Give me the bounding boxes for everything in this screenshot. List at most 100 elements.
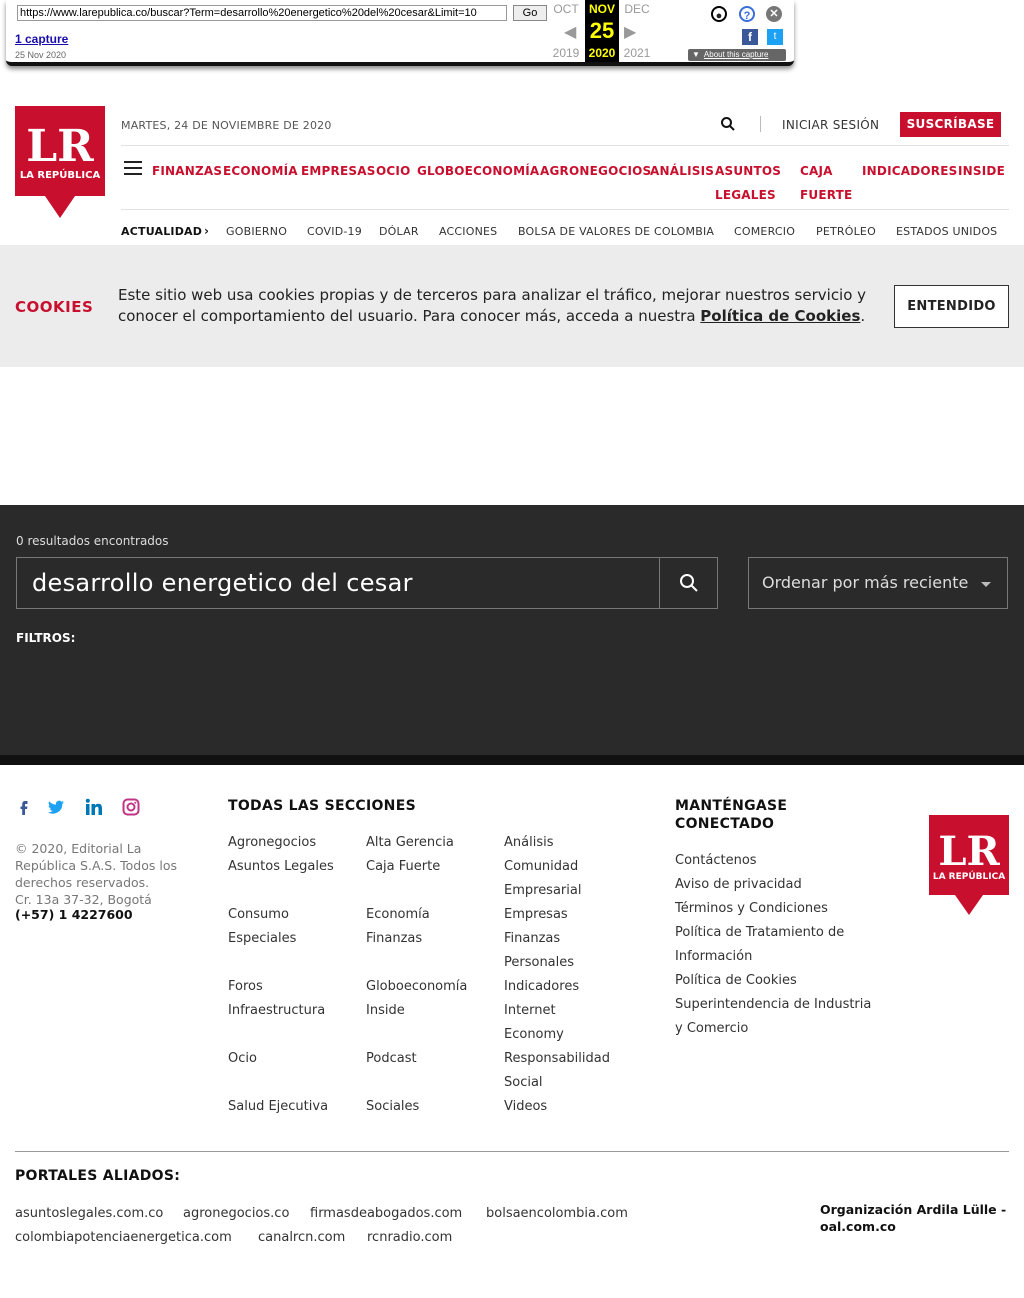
- footer-link[interactable]: Videos: [504, 1095, 547, 1119]
- footer-link[interactable]: Superintendencia de Industria: [675, 993, 871, 1017]
- footer-link[interactable]: Sociales: [366, 1095, 419, 1119]
- nav-item-ocio[interactable]: OCIO: [376, 159, 410, 183]
- footer-link[interactable]: Comunidad: [504, 855, 578, 879]
- user-icon[interactable]: ●: [711, 6, 727, 22]
- footer-link[interactable]: Consumo: [228, 903, 289, 927]
- month-label: OCT: [553, 2, 579, 16]
- nav-item-agronegocios[interactable]: AGRONEGOCIOS: [540, 159, 651, 183]
- footer-link[interactable]: Globoeconomía: [366, 975, 467, 999]
- footer-link[interactable]: Especiales: [228, 927, 296, 951]
- search-icon[interactable]: [720, 116, 736, 132]
- twitter-icon[interactable]: [47, 798, 65, 816]
- year-label: 2019: [552, 46, 580, 60]
- prev-arrow-icon[interactable]: ◀: [564, 22, 576, 42]
- partner-link[interactable]: rcnradio.com: [367, 1230, 452, 1245]
- about-capture-button[interactable]: ▼ About this capture: [688, 49, 786, 61]
- footer-link[interactable]: y Comercio: [675, 1017, 748, 1041]
- footer-link[interactable]: Finanzas: [366, 927, 422, 951]
- close-icon[interactable]: ✕: [766, 6, 782, 22]
- svg-text:LR: LR: [26, 121, 94, 172]
- divider: [0, 755, 1024, 765]
- search-panel: 0 resultados encontrados desarrollo ener…: [0, 505, 1024, 755]
- partner-link[interactable]: firmasdeabogados.com: [310, 1206, 462, 1221]
- footer-logo[interactable]: LR LA REPÚBLICA: [929, 815, 1009, 915]
- footer-link[interactable]: Podcast: [366, 1047, 417, 1071]
- nav-item-economia[interactable]: ECONOMÍA: [223, 159, 298, 183]
- footer-link[interactable]: Responsabilidad: [504, 1047, 610, 1071]
- footer-link[interactable]: Asuntos Legales: [228, 855, 334, 879]
- nav-item-caja-fuerte[interactable]: CAJA FUERTE: [800, 159, 852, 207]
- footer-link[interactable]: Agronegocios: [228, 831, 316, 855]
- facebook-icon[interactable]: f: [742, 29, 758, 45]
- sort-select[interactable]: Ordenar por más reciente: [748, 557, 1008, 609]
- search-input[interactable]: desarrollo energetico del cesar: [16, 557, 660, 609]
- footer-link[interactable]: Empresas: [504, 903, 568, 927]
- footer-link[interactable]: Política de Cookies: [675, 969, 797, 993]
- footer-link[interactable]: Economía: [366, 903, 430, 927]
- partner-link[interactable]: asuntoslegales.com.co: [15, 1206, 163, 1221]
- wayback-url-input[interactable]: https://www.larepublica.co/buscar?Term=d…: [17, 5, 507, 21]
- nav-item-globoeconomia[interactable]: GLOBOECONOMÍA: [417, 159, 539, 183]
- footer-link[interactable]: Infraestructura: [228, 999, 325, 1023]
- nav-item-finanzas[interactable]: FINANZAS: [152, 159, 222, 183]
- linkedin-icon[interactable]: [85, 798, 103, 816]
- divider: [121, 145, 1009, 146]
- accept-cookies-button[interactable]: ENTENDIDO: [894, 285, 1009, 328]
- footer-link[interactable]: Salud Ejecutiva: [228, 1095, 328, 1119]
- subnav-item-actualidad[interactable]: ACTUALIDAD: [121, 225, 202, 238]
- footer-link[interactable]: Empresarial: [504, 879, 581, 903]
- cookie-policy-link[interactable]: Política de Cookies: [700, 307, 860, 325]
- footer-link[interactable]: Foros: [228, 975, 263, 999]
- footer-link[interactable]: Personales: [504, 951, 574, 975]
- footer-link[interactable]: Información: [675, 945, 752, 969]
- instagram-icon[interactable]: [122, 798, 140, 816]
- subnav-item-acciones[interactable]: ACCIONES: [439, 225, 497, 238]
- subnav-item-bolsa[interactable]: BOLSA DE VALORES DE COLOMBIA: [518, 225, 714, 238]
- footer-link[interactable]: Indicadores: [504, 975, 579, 999]
- subnav-item-dolar[interactable]: DÓLAR: [379, 225, 419, 238]
- nav-label: LEGALES: [715, 188, 776, 202]
- help-icon[interactable]: ?: [739, 6, 755, 22]
- partner-link[interactable]: colombiapotenciaenergetica.com: [15, 1230, 232, 1245]
- site-logo[interactable]: LR LA REPÚBLICA: [15, 106, 105, 218]
- login-link[interactable]: INICIAR SESIÓN: [782, 118, 879, 132]
- subscribe-button[interactable]: SUSCRÍBASE: [900, 112, 1001, 137]
- partner-link[interactable]: canalrcn.com: [258, 1230, 345, 1245]
- menu-icon[interactable]: [124, 161, 142, 175]
- nav-item-indicadores[interactable]: INDICADORES: [862, 159, 957, 183]
- subnav-item-petroleo[interactable]: PETRÓLEO: [816, 225, 876, 238]
- footer-link[interactable]: Social: [504, 1071, 543, 1095]
- nav-item-inside[interactable]: INSIDE: [958, 159, 1005, 183]
- search-button[interactable]: [659, 557, 718, 609]
- day-label: 25: [589, 18, 615, 43]
- wayback-captures-link[interactable]: 1 capture: [15, 32, 68, 46]
- subnav-item-estados-unidos[interactable]: ESTADOS UNIDOS: [896, 225, 997, 238]
- wayback-go-button[interactable]: Go: [513, 5, 547, 21]
- partner-link[interactable]: agronegocios.co: [183, 1206, 289, 1221]
- org-link[interactable]: Organización Ardila Lülle - oal.com.co: [820, 1201, 1010, 1235]
- nav-item-asuntos-legales[interactable]: ASUNTOS LEGALES: [715, 159, 781, 207]
- svg-text:LR: LR: [938, 828, 1000, 875]
- partner-link[interactable]: bolsaencolombia.com: [486, 1206, 628, 1221]
- footer-link[interactable]: Política de Tratamiento de: [675, 921, 844, 945]
- footer-link[interactable]: Contáctenos: [675, 849, 757, 873]
- footer-link[interactable]: Análisis: [504, 831, 553, 855]
- footer-link[interactable]: Finanzas: [504, 927, 560, 951]
- cookie-banner: COOKIES Este sitio web usa cookies propi…: [0, 245, 1024, 367]
- footer-link[interactable]: Inside: [366, 999, 405, 1023]
- footer-link[interactable]: Ocio: [228, 1047, 257, 1071]
- footer-link[interactable]: Internet: [504, 999, 556, 1023]
- footer-link[interactable]: Economy: [504, 1023, 564, 1047]
- subnav-item-comercio[interactable]: COMERCIO: [734, 225, 795, 238]
- nav-item-analisis[interactable]: ANÁLISIS: [650, 159, 714, 183]
- footer-link[interactable]: Aviso de privacidad: [675, 873, 802, 897]
- facebook-icon[interactable]: [15, 798, 33, 816]
- twitter-icon[interactable]: t: [767, 29, 783, 45]
- subnav-item-gobierno[interactable]: GOBIERNO: [226, 225, 287, 238]
- footer-link[interactable]: Alta Gerencia: [366, 831, 454, 855]
- subnav-item-covid[interactable]: COVID-19: [307, 225, 362, 238]
- nav-item-empresas[interactable]: EMPRESAS: [301, 159, 376, 183]
- footer-link[interactable]: Caja Fuerte: [366, 855, 440, 879]
- footer-link[interactable]: Términos y Condiciones: [675, 897, 828, 921]
- wayback-next-month[interactable]: DEC 2021: [620, 0, 654, 62]
